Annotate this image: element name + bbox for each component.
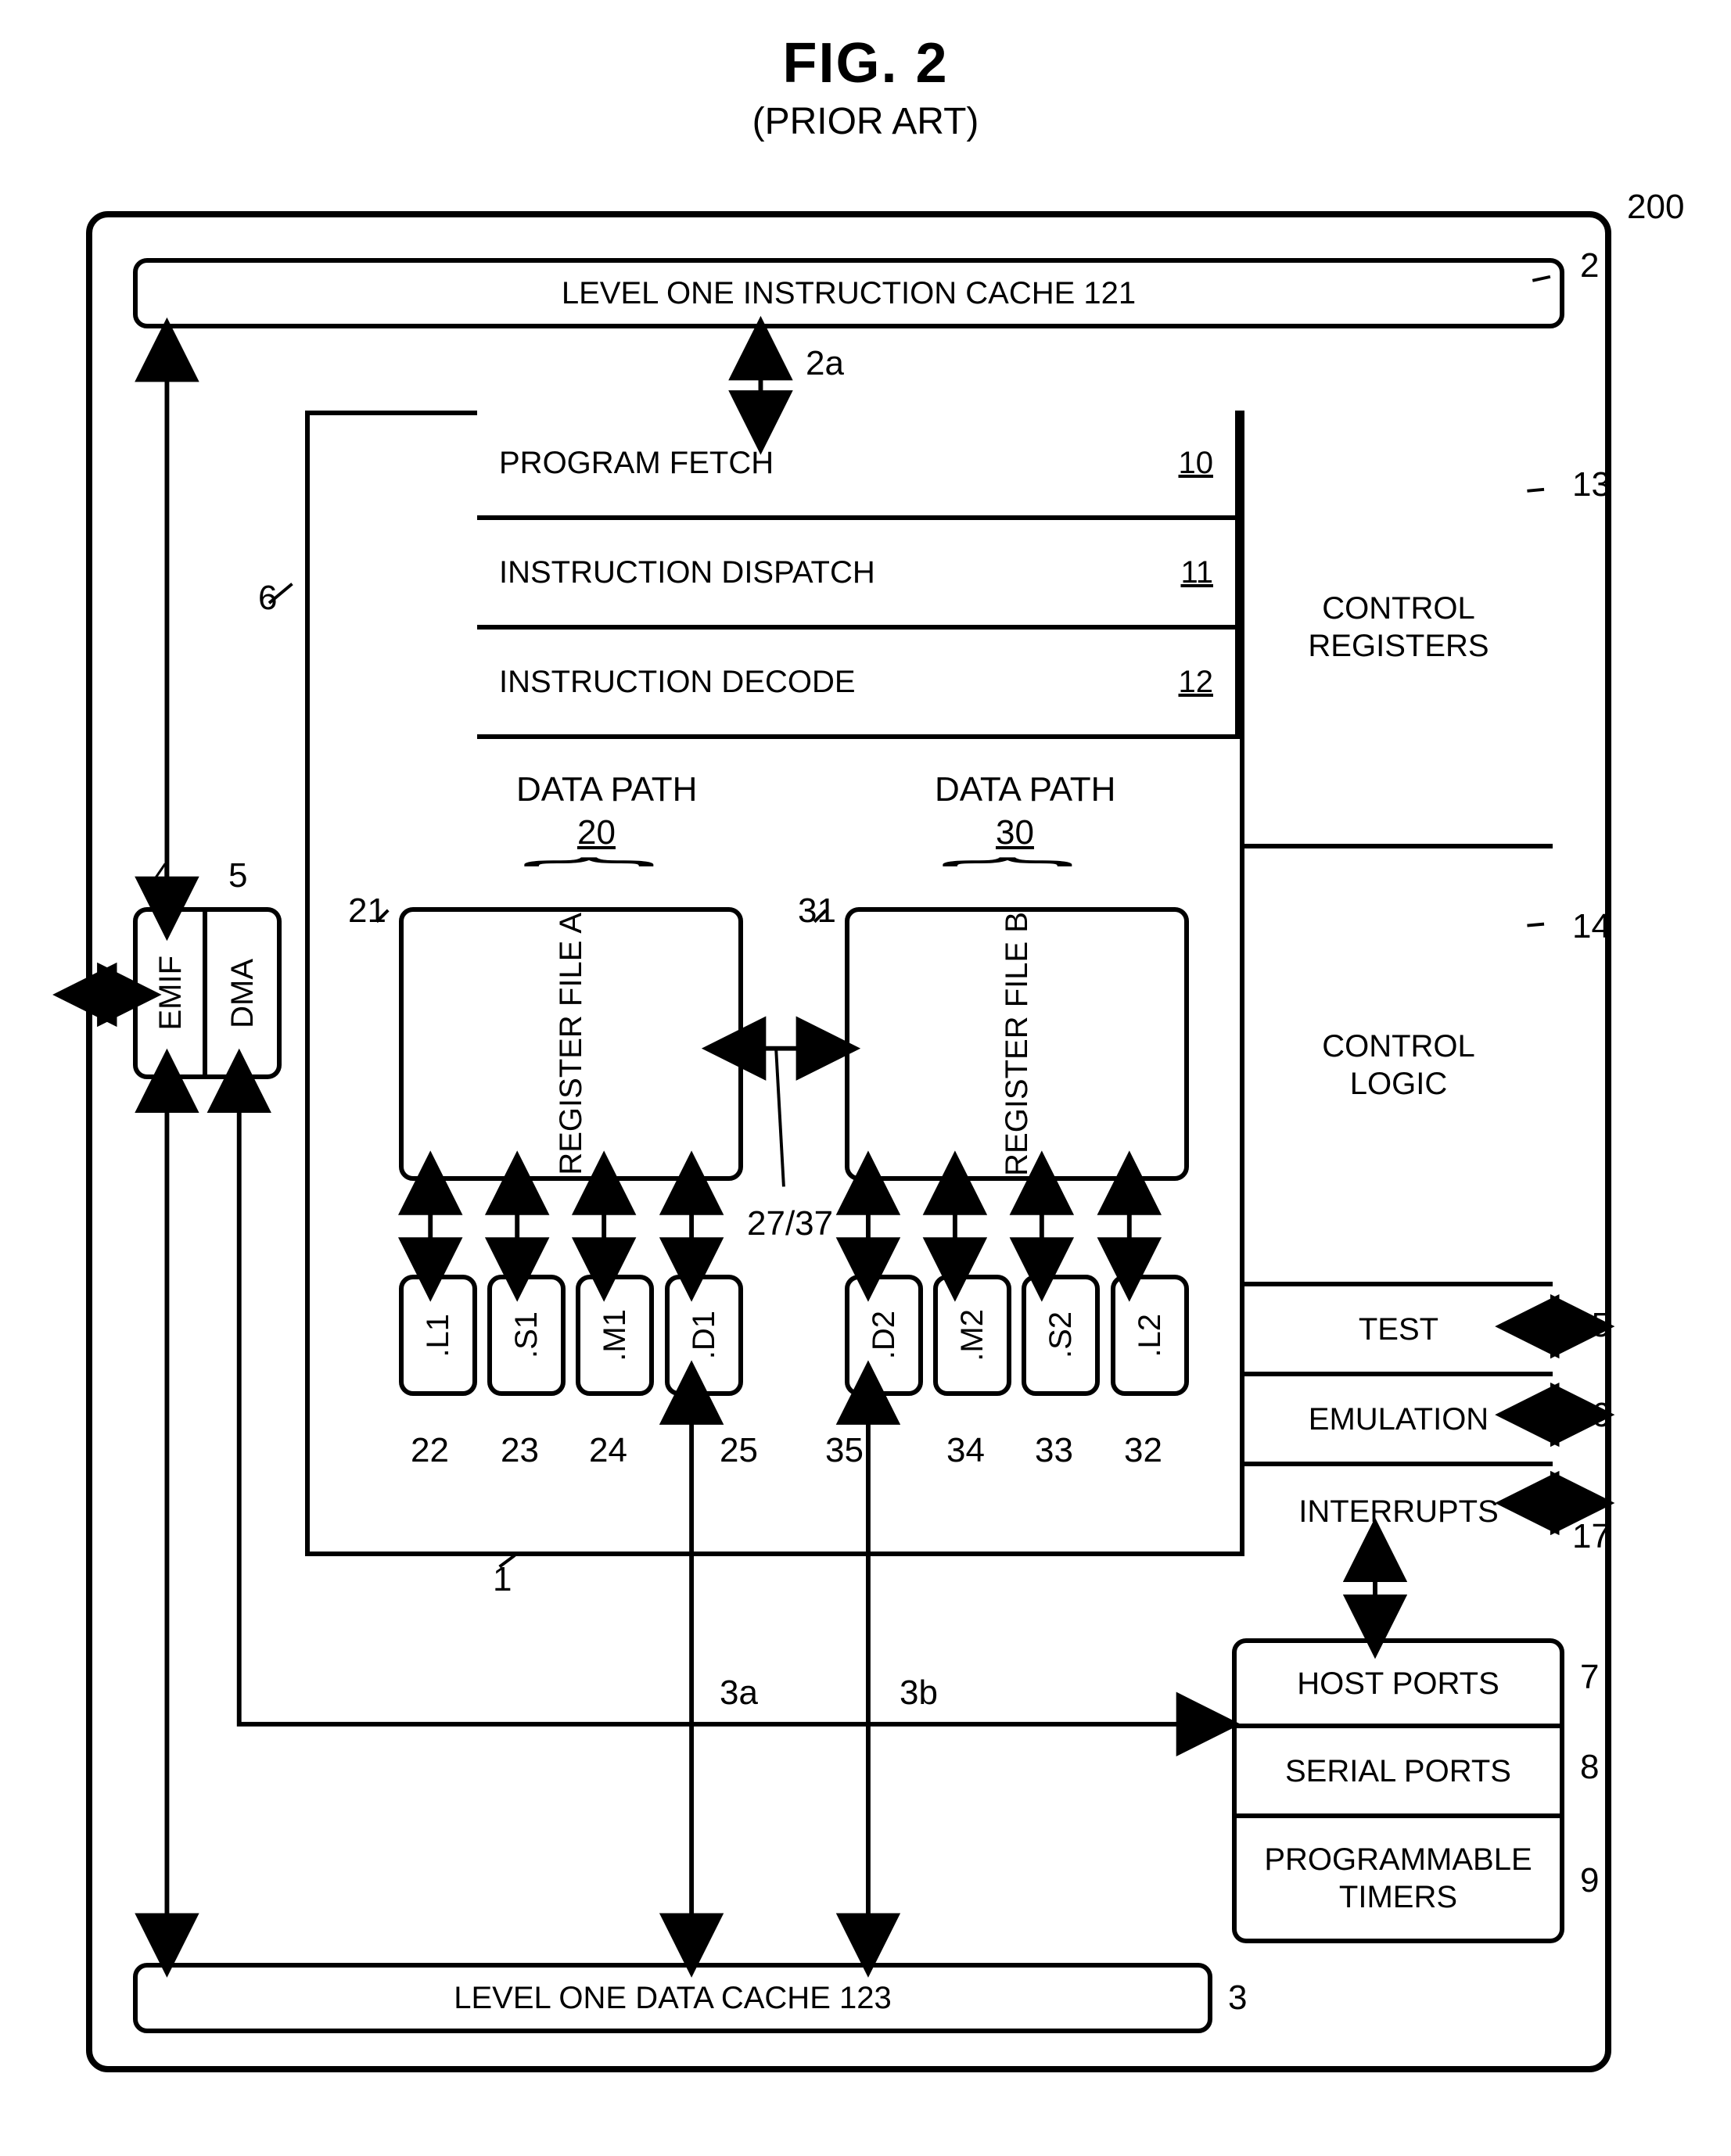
brace-a-icon: ⏞ xyxy=(522,856,656,902)
crosslink-ref: 27/37 xyxy=(747,1204,833,1243)
prog-timers-box: PROGRAMMABLE TIMERS xyxy=(1232,1818,1564,1943)
l1d-lane-a: 3a xyxy=(720,1674,758,1713)
emif-text: EMIF xyxy=(152,956,189,1031)
unit-s1: .S1 xyxy=(487,1275,566,1396)
unit-s2-ref: 33 xyxy=(1035,1431,1073,1470)
regfile-a-ref: 21 xyxy=(348,891,386,931)
test-text: TEST xyxy=(1359,1311,1438,1348)
control-logic-ref: 14 xyxy=(1572,907,1611,946)
interrupts-text: INTERRUPTS xyxy=(1298,1493,1499,1530)
unit-l1: .L1 xyxy=(399,1275,477,1396)
test-ref: 15 xyxy=(1572,1306,1611,1345)
unit-m2-label: .M2 xyxy=(953,1309,991,1361)
control-logic-text: CONTROL LOGIC xyxy=(1322,1028,1475,1103)
unit-d1-ref: 25 xyxy=(720,1431,758,1470)
figure-title: FIG. 2 xyxy=(16,31,1715,95)
figure-subtitle: (PRIOR ART) xyxy=(16,100,1715,143)
program-fetch-num: 10 xyxy=(1179,444,1214,482)
l1i-ref: 2 xyxy=(1580,246,1599,285)
unit-l2-ref: 32 xyxy=(1124,1431,1162,1470)
instruction-dispatch-row: INSTRUCTION DISPATCH 11 xyxy=(477,520,1240,630)
datapath-a-num: 20 xyxy=(577,813,616,852)
dma-box: DMA xyxy=(207,907,282,1079)
core-ref: 1 xyxy=(493,1560,512,1599)
brace-b-icon: ⏞ xyxy=(940,856,1075,902)
unit-m1-label: .M1 xyxy=(596,1309,634,1361)
dma-ref: 5 xyxy=(228,856,247,895)
emulation-ref: 16 xyxy=(1572,1396,1611,1435)
unit-s2: .S2 xyxy=(1022,1275,1100,1396)
instruction-decode-num: 12 xyxy=(1179,663,1214,701)
l1i-cache-text: LEVEL ONE INSTRUCTION CACHE 121 xyxy=(562,274,1136,312)
control-logic-box: CONTROL LOGIC xyxy=(1240,848,1553,1286)
emif-ref: 4 xyxy=(153,856,171,895)
power-down-ref: 6 xyxy=(258,579,277,618)
control-registers-text: CONTROL REGISTERS xyxy=(1308,590,1489,665)
instruction-decode-text: INSTRUCTION DECODE xyxy=(499,663,856,701)
unit-d1-label: .D1 xyxy=(685,1311,723,1359)
unit-m2-ref: 34 xyxy=(946,1431,985,1470)
l1d-ref: 3 xyxy=(1228,1978,1247,2018)
test-box: TEST xyxy=(1240,1286,1553,1376)
unit-m1-ref: 24 xyxy=(589,1431,627,1470)
l1i-cache-box: LEVEL ONE INSTRUCTION CACHE 121 xyxy=(133,258,1564,328)
unit-l1-label: .L1 xyxy=(419,1314,457,1358)
chip-ref: 200 xyxy=(1627,188,1684,227)
prog-timers-text: PROGRAMMABLE TIMERS xyxy=(1264,1841,1532,1916)
l1d-cache-text: LEVEL ONE DATA CACHE 123 xyxy=(454,1979,891,2017)
unit-d1: .D1 xyxy=(665,1275,743,1396)
serial-ports-box: SERIAL PORTS xyxy=(1232,1728,1564,1818)
instruction-dispatch-num: 11 xyxy=(1180,554,1213,591)
host-ports-text: HOST PORTS xyxy=(1297,1665,1499,1702)
instruction-decode-row: INSTRUCTION DECODE 12 xyxy=(477,630,1240,739)
unit-l1-ref: 22 xyxy=(411,1431,449,1470)
datapath-b-title: DATA PATH xyxy=(935,770,1115,809)
l1i-arrow-ref: 2a xyxy=(806,344,844,383)
l1d-lane-b: 3b xyxy=(900,1674,938,1713)
datapath-b-num: 30 xyxy=(996,813,1034,852)
datapath-a-title: DATA PATH xyxy=(516,770,697,809)
unit-l2-label: .L2 xyxy=(1131,1314,1169,1358)
program-fetch-row: PROGRAM FETCH 10 xyxy=(477,411,1240,520)
unit-s1-ref: 23 xyxy=(501,1431,539,1470)
regfile-a-box: REGISTER FILE A xyxy=(399,907,743,1181)
control-registers-box: CONTROL REGISTERS xyxy=(1240,411,1553,848)
unit-m2: .M2 xyxy=(933,1275,1011,1396)
control-registers-ref: 13 xyxy=(1572,465,1611,504)
emulation-text: EMULATION xyxy=(1309,1401,1489,1438)
unit-d2: .D2 xyxy=(845,1275,923,1396)
regfile-b-box: REGISTER FILE B xyxy=(845,907,1189,1181)
program-fetch-text: PROGRAM FETCH xyxy=(499,444,774,482)
serial-ports-ref: 8 xyxy=(1580,1748,1599,1787)
host-ports-box: HOST PORTS xyxy=(1232,1638,1564,1728)
regfile-b-text: REGISTER FILE B xyxy=(998,912,1036,1176)
prog-timers-ref: 9 xyxy=(1580,1861,1599,1900)
unit-l2: .L2 xyxy=(1111,1275,1189,1396)
unit-m1: .M1 xyxy=(576,1275,654,1396)
interrupts-ref: 17 xyxy=(1572,1517,1611,1556)
emif-box: EMIF xyxy=(133,907,207,1079)
interrupts-box: INTERRUPTS xyxy=(1240,1466,1553,1556)
regfile-b-ref: 31 xyxy=(798,891,836,931)
instruction-dispatch-text: INSTRUCTION DISPATCH xyxy=(499,554,875,591)
unit-d2-label: .D2 xyxy=(865,1311,903,1359)
unit-s1-label: .S1 xyxy=(508,1311,545,1358)
emulation-box: EMULATION xyxy=(1240,1376,1553,1466)
serial-ports-text: SERIAL PORTS xyxy=(1285,1752,1511,1790)
host-ports-ref: 7 xyxy=(1580,1658,1599,1697)
unit-d2-ref: 35 xyxy=(825,1431,864,1470)
dma-text: DMA xyxy=(224,959,261,1028)
unit-s2-label: .S2 xyxy=(1042,1311,1079,1358)
l1d-cache-box: LEVEL ONE DATA CACHE 123 xyxy=(133,1963,1212,2033)
regfile-a-text: REGISTER FILE A xyxy=(552,913,590,1175)
